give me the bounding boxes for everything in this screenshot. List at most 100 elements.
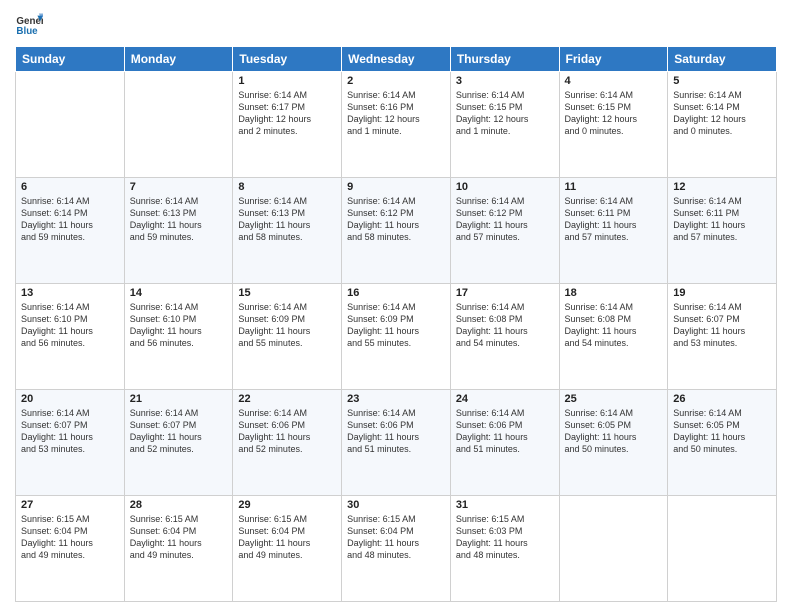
day-number: 12 <box>673 181 771 193</box>
calendar-cell <box>16 72 125 178</box>
day-info: Sunrise: 6:15 AM Sunset: 6:03 PM Dayligh… <box>456 513 554 562</box>
calendar-cell: 21 Sunrise: 6:14 AM Sunset: 6:07 PM Dayli… <box>124 390 233 496</box>
day-number: 26 <box>673 393 771 405</box>
calendar-cell: 8Sunrise: 6:14 AM Sunset: 6:13 PM Daylig… <box>233 178 342 284</box>
day-number: 3 <box>456 75 554 87</box>
day-number: 14 <box>130 287 228 299</box>
day-info: Sunrise: 6:14 AM Sunset: 6:05 PM Dayligh… <box>565 407 663 456</box>
day-number: 22 <box>238 393 336 405</box>
calendar-cell: 27 Sunrise: 6:15 AM Sunset: 6:04 PM Dayli… <box>16 496 125 602</box>
day-number: 18 <box>565 287 663 299</box>
week-row-3: 20 Sunrise: 6:14 AM Sunset: 6:07 PM Dayli… <box>16 390 777 496</box>
day-info: Sunrise: 6:14 AM Sunset: 6:06 PM Dayligh… <box>238 407 336 456</box>
day-info: Sunrise: 6:14 AM Sunset: 6:10 PM Dayligh… <box>130 301 228 350</box>
calendar-cell: 14 Sunrise: 6:14 AM Sunset: 6:10 PM Dayli… <box>124 284 233 390</box>
day-info: Sunrise: 6:14 AM Sunset: 6:10 PM Dayligh… <box>21 301 119 350</box>
day-info: Sunrise: 6:14 AM Sunset: 6:11 PM Dayligh… <box>565 195 663 244</box>
logo: General Blue <box>15 10 47 38</box>
calendar-cell: 15Sunrise: 6:14 AM Sunset: 6:09 PM Dayli… <box>233 284 342 390</box>
day-info: Sunrise: 6:14 AM Sunset: 6:15 PM Dayligh… <box>565 89 663 138</box>
day-number: 16 <box>347 287 445 299</box>
week-row-2: 13 Sunrise: 6:14 AM Sunset: 6:10 PM Dayli… <box>16 284 777 390</box>
day-info: Sunrise: 6:14 AM Sunset: 6:09 PM Dayligh… <box>347 301 445 350</box>
calendar-cell: 16 Sunrise: 6:14 AM Sunset: 6:09 PM Dayli… <box>342 284 451 390</box>
week-row-0: 1 Sunrise: 6:14 AM Sunset: 6:17 PM Daylig… <box>16 72 777 178</box>
day-info: Sunrise: 6:14 AM Sunset: 6:05 PM Dayligh… <box>673 407 771 456</box>
calendar-cell: 25 Sunrise: 6:14 AM Sunset: 6:05 PM Dayli… <box>559 390 668 496</box>
day-info: Sunrise: 6:14 AM Sunset: 6:08 PM Dayligh… <box>456 301 554 350</box>
day-number: 5 <box>673 75 771 87</box>
day-info: Sunrise: 6:14 AM Sunset: 6:06 PM Dayligh… <box>347 407 445 456</box>
day-number: 6 <box>21 181 119 193</box>
day-info: Sunrise: 6:14 AM Sunset: 6:12 PM Dayligh… <box>347 195 445 244</box>
calendar-cell: 17 Sunrise: 6:14 AM Sunset: 6:08 PM Dayli… <box>450 284 559 390</box>
day-info: Sunrise: 6:14 AM Sunset: 6:16 PM Dayligh… <box>347 89 445 138</box>
day-info: Sunrise: 6:14 AM Sunset: 6:07 PM Dayligh… <box>673 301 771 350</box>
day-number: 28 <box>130 499 228 511</box>
day-number: 8 <box>238 181 336 193</box>
day-number: 21 <box>130 393 228 405</box>
calendar-cell: 12Sunrise: 6:14 AM Sunset: 6:11 PM Dayli… <box>668 178 777 284</box>
day-info: Sunrise: 6:15 AM Sunset: 6:04 PM Dayligh… <box>21 513 119 562</box>
day-info: Sunrise: 6:14 AM Sunset: 6:14 PM Dayligh… <box>673 89 771 138</box>
calendar-cell: 11Sunrise: 6:14 AM Sunset: 6:11 PM Dayli… <box>559 178 668 284</box>
calendar-cell: 20 Sunrise: 6:14 AM Sunset: 6:07 PM Dayli… <box>16 390 125 496</box>
day-number: 17 <box>456 287 554 299</box>
header-row: SundayMondayTuesdayWednesdayThursdayFrid… <box>16 47 777 72</box>
day-number: 7 <box>130 181 228 193</box>
day-number: 25 <box>565 393 663 405</box>
day-number: 27 <box>21 499 119 511</box>
calendar-cell: 3Sunrise: 6:14 AM Sunset: 6:15 PM Daylig… <box>450 72 559 178</box>
day-number: 2 <box>347 75 445 87</box>
calendar-cell: 13 Sunrise: 6:14 AM Sunset: 6:10 PM Dayli… <box>16 284 125 390</box>
calendar-cell: 28 Sunrise: 6:15 AM Sunset: 6:04 PM Dayli… <box>124 496 233 602</box>
svg-text:Blue: Blue <box>16 26 38 37</box>
calendar-cell <box>559 496 668 602</box>
calendar-cell: 18 Sunrise: 6:14 AM Sunset: 6:08 PM Dayli… <box>559 284 668 390</box>
day-header-wednesday: Wednesday <box>342 47 451 72</box>
day-number: 30 <box>347 499 445 511</box>
calendar-cell: 2 Sunrise: 6:14 AM Sunset: 6:16 PM Daylig… <box>342 72 451 178</box>
day-number: 23 <box>347 393 445 405</box>
calendar-cell: 22 Sunrise: 6:14 AM Sunset: 6:06 PM Dayli… <box>233 390 342 496</box>
day-header-tuesday: Tuesday <box>233 47 342 72</box>
day-header-monday: Monday <box>124 47 233 72</box>
day-info: Sunrise: 6:14 AM Sunset: 6:17 PM Dayligh… <box>238 89 336 138</box>
calendar-cell: 9 Sunrise: 6:14 AM Sunset: 6:12 PM Daylig… <box>342 178 451 284</box>
day-number: 13 <box>21 287 119 299</box>
calendar-cell: 29Sunrise: 6:15 AM Sunset: 6:04 PM Dayli… <box>233 496 342 602</box>
calendar-cell: 10 Sunrise: 6:14 AM Sunset: 6:12 PM Dayli… <box>450 178 559 284</box>
day-info: Sunrise: 6:14 AM Sunset: 6:14 PM Dayligh… <box>21 195 119 244</box>
day-info: Sunrise: 6:15 AM Sunset: 6:04 PM Dayligh… <box>347 513 445 562</box>
calendar-cell <box>124 72 233 178</box>
day-number: 10 <box>456 181 554 193</box>
calendar-cell: 1 Sunrise: 6:14 AM Sunset: 6:17 PM Daylig… <box>233 72 342 178</box>
day-number: 20 <box>21 393 119 405</box>
calendar-cell: 31 Sunrise: 6:15 AM Sunset: 6:03 PM Dayli… <box>450 496 559 602</box>
day-info: Sunrise: 6:14 AM Sunset: 6:12 PM Dayligh… <box>456 195 554 244</box>
day-info: Sunrise: 6:15 AM Sunset: 6:04 PM Dayligh… <box>130 513 228 562</box>
calendar-cell: 23 Sunrise: 6:14 AM Sunset: 6:06 PM Dayli… <box>342 390 451 496</box>
calendar-cell: 24 Sunrise: 6:14 AM Sunset: 6:06 PM Dayli… <box>450 390 559 496</box>
day-info: Sunrise: 6:14 AM Sunset: 6:06 PM Dayligh… <box>456 407 554 456</box>
day-info: Sunrise: 6:14 AM Sunset: 6:08 PM Dayligh… <box>565 301 663 350</box>
day-header-thursday: Thursday <box>450 47 559 72</box>
calendar-cell: 7Sunrise: 6:14 AM Sunset: 6:13 PM Daylig… <box>124 178 233 284</box>
day-info: Sunrise: 6:14 AM Sunset: 6:07 PM Dayligh… <box>21 407 119 456</box>
day-number: 1 <box>238 75 336 87</box>
day-number: 15 <box>238 287 336 299</box>
day-number: 31 <box>456 499 554 511</box>
day-info: Sunrise: 6:15 AM Sunset: 6:04 PM Dayligh… <box>238 513 336 562</box>
day-number: 24 <box>456 393 554 405</box>
day-number: 9 <box>347 181 445 193</box>
day-header-saturday: Saturday <box>668 47 777 72</box>
day-number: 19 <box>673 287 771 299</box>
day-number: 4 <box>565 75 663 87</box>
calendar-cell: 6 Sunrise: 6:14 AM Sunset: 6:14 PM Daylig… <box>16 178 125 284</box>
calendar-cell: 26 Sunrise: 6:14 AM Sunset: 6:05 PM Dayli… <box>668 390 777 496</box>
calendar-cell <box>668 496 777 602</box>
calendar-cell: 19 Sunrise: 6:14 AM Sunset: 6:07 PM Dayli… <box>668 284 777 390</box>
week-row-4: 27 Sunrise: 6:15 AM Sunset: 6:04 PM Dayli… <box>16 496 777 602</box>
calendar-table: SundayMondayTuesdayWednesdayThursdayFrid… <box>15 46 777 602</box>
day-info: Sunrise: 6:14 AM Sunset: 6:07 PM Dayligh… <box>130 407 228 456</box>
